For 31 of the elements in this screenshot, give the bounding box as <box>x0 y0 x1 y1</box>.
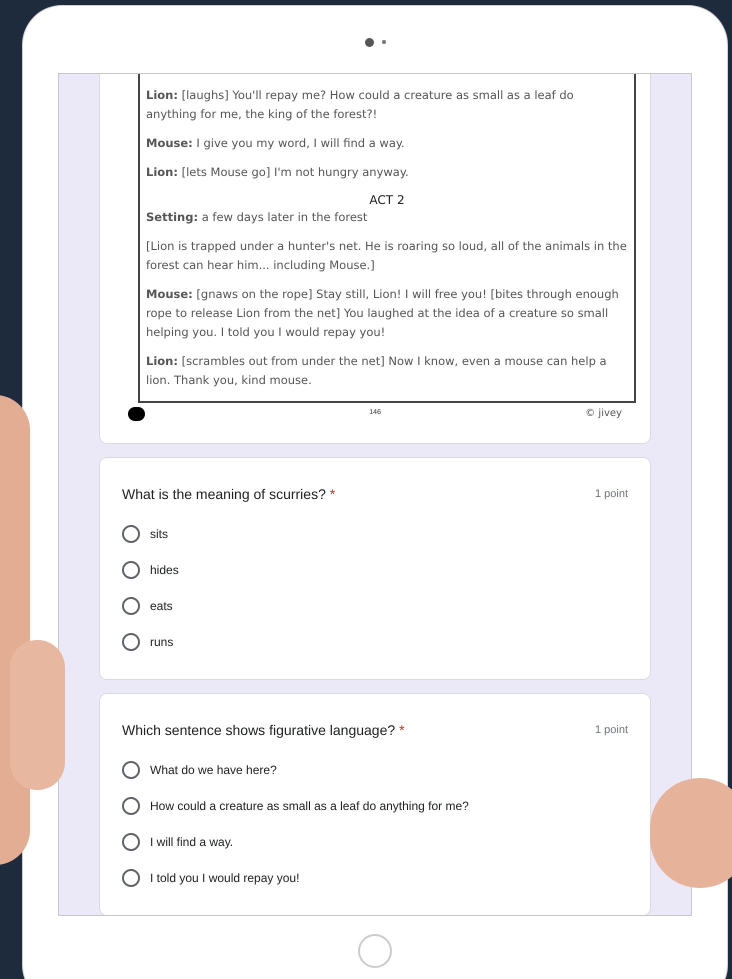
radio-button[interactable] <box>122 561 140 579</box>
radio-button[interactable] <box>122 761 140 779</box>
script-paragraph: Mouse: I give you my word, I will find a way. <box>146 135 406 152</box>
script-paragraph: [Lion is trapped under a hunter's net. He is roaring so loud, all of the animals in the forest can hear him... including Mouse.] <box>146 238 628 274</box>
radio-option[interactable]: sits <box>122 523 628 545</box>
act-heading: ACT 2 <box>368 192 406 208</box>
radio-option[interactable]: How could a creature as small as a leaf do anything for me? <box>122 795 628 817</box>
radio-button[interactable] <box>122 833 140 851</box>
script-paragraph: Mouse: [gnaws on the rope] Stay still, Lion! I will free you! [bites through enough rope to release Lion from the net] You laughed at the idea of a creature so small helping you. I told you I would repay you! <box>146 286 620 341</box>
radio-button[interactable] <box>122 525 140 543</box>
radio-button[interactable] <box>122 597 140 615</box>
question-title: What is the meaning of scurries? * <box>122 485 336 504</box>
copyright-credit: © jivey <box>585 407 622 421</box>
radio-button[interactable] <box>122 633 140 651</box>
points-label: 1 point <box>594 487 628 502</box>
points-label: 1 point <box>594 723 628 738</box>
sensor-icon <box>382 40 386 44</box>
radio-option[interactable]: What do we have here? <box>122 759 628 781</box>
script-paragraph: Lion: [lets Mouse go] I'm not hungry anyway. <box>146 164 410 181</box>
radio-option[interactable]: hides <box>122 559 628 581</box>
radio-button[interactable] <box>122 869 140 887</box>
radio-button[interactable] <box>122 797 140 815</box>
script-paragraph: Lion: [laughs] You'll repay me? How could a creature as small as a leaf do anything for me, the king of the forest?! <box>146 87 575 123</box>
script-paragraph: Setting: a few days later in the forest <box>146 209 368 226</box>
radio-option[interactable]: runs <box>122 631 628 653</box>
question-title: Which sentence shows figurative language? * <box>122 721 405 740</box>
radio-option[interactable]: I told you I would repay you! <box>122 867 628 889</box>
script-paragraph: Lion: [scrambles out from under the net] Now I know, even a mouse can help a lion. Thank you, kind mouse. <box>146 353 608 389</box>
radio-option[interactable]: I will find a way. <box>122 831 628 853</box>
camera-icon <box>364 38 374 46</box>
radio-option[interactable]: eats <box>122 595 628 617</box>
